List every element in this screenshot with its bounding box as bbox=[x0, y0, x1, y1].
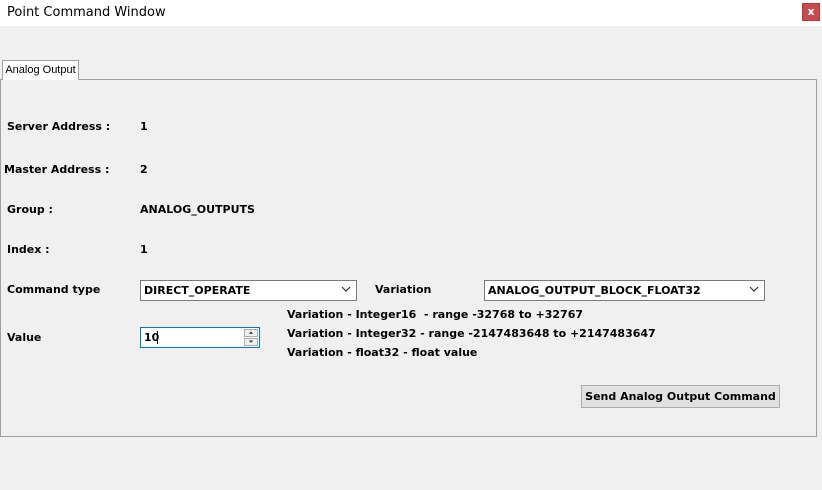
spin-up-button[interactable] bbox=[244, 329, 258, 337]
variation-select[interactable]: ANALOG_OUTPUT_BLOCK_FLOAT32 bbox=[484, 280, 765, 301]
server-address-label: Server Address : bbox=[7, 120, 111, 133]
text-caret bbox=[157, 331, 158, 344]
chevron-down-icon bbox=[749, 286, 759, 292]
value-label: Value bbox=[7, 331, 42, 344]
arrow-up-icon bbox=[248, 331, 254, 334]
tab-analog-output[interactable]: Analog Output bbox=[2, 60, 79, 80]
command-type-label: Command type bbox=[7, 283, 101, 296]
variation-label: Variation bbox=[375, 283, 432, 296]
hint-integer32: Variation - Integer32 - range -214748364… bbox=[287, 327, 656, 340]
group-label: Group : bbox=[7, 203, 53, 216]
title-bar[interactable]: Point Command Window x bbox=[0, 0, 822, 26]
close-button[interactable]: x bbox=[802, 3, 820, 21]
index-value: 1 bbox=[140, 243, 148, 256]
chevron-down-icon bbox=[341, 286, 351, 292]
hint-integer16: Variation - Integer16 - range -32768 to … bbox=[287, 308, 583, 321]
analog-output-panel bbox=[0, 79, 817, 437]
index-label: Index : bbox=[7, 243, 50, 256]
command-type-selected: DIRECT_OPERATE bbox=[144, 284, 251, 297]
spin-buttons bbox=[244, 329, 258, 346]
window-title: Point Command Window bbox=[7, 5, 166, 20]
arrow-down-icon bbox=[248, 340, 254, 343]
command-type-select[interactable]: DIRECT_OPERATE bbox=[140, 280, 357, 301]
master-address-label: Master Address : bbox=[4, 163, 110, 176]
spin-down-button[interactable] bbox=[244, 338, 258, 346]
group-value: ANALOG_OUTPUTS bbox=[140, 203, 255, 216]
server-address-value: 1 bbox=[140, 120, 148, 133]
value-stepper[interactable]: 10 bbox=[140, 327, 260, 348]
variation-selected: ANALOG_OUTPUT_BLOCK_FLOAT32 bbox=[488, 284, 701, 297]
hint-float32: Variation - float32 - float value bbox=[287, 346, 478, 359]
master-address-value: 2 bbox=[140, 163, 148, 176]
send-analog-output-button[interactable]: Send Analog Output Command bbox=[581, 385, 780, 408]
